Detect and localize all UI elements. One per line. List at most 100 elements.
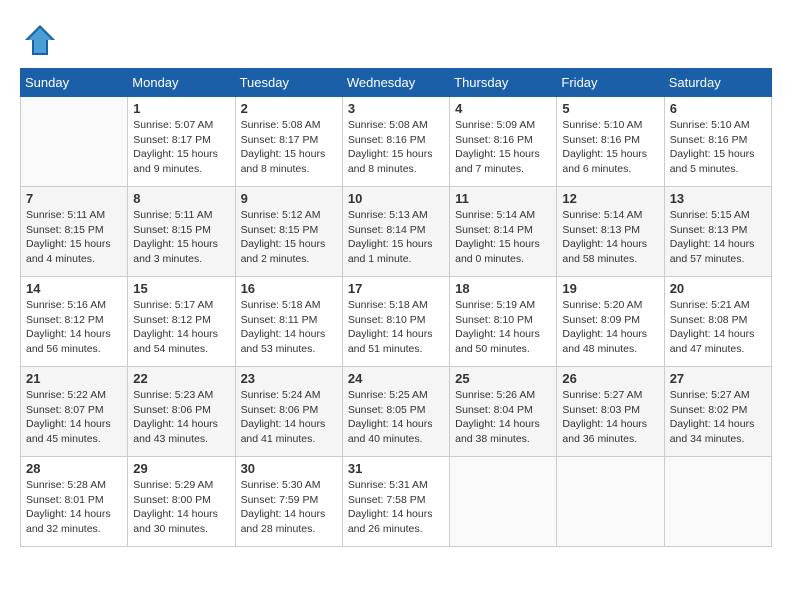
calendar-cell: 6 Sunrise: 5:10 AMSunset: 8:16 PMDaylight… bbox=[664, 97, 771, 187]
day-info: Sunrise: 5:11 AMSunset: 8:15 PMDaylight:… bbox=[133, 208, 229, 267]
day-info: Sunrise: 5:10 AMSunset: 8:16 PMDaylight:… bbox=[562, 118, 658, 177]
day-info: Sunrise: 5:23 AMSunset: 8:06 PMDaylight:… bbox=[133, 388, 229, 447]
day-info: Sunrise: 5:28 AMSunset: 8:01 PMDaylight:… bbox=[26, 478, 122, 537]
day-number: 7 bbox=[26, 191, 122, 206]
calendar-week-5: 28 Sunrise: 5:28 AMSunset: 8:01 PMDayligh… bbox=[21, 457, 772, 547]
day-number: 24 bbox=[348, 371, 444, 386]
calendar-cell: 2 Sunrise: 5:08 AMSunset: 8:17 PMDaylight… bbox=[235, 97, 342, 187]
day-info: Sunrise: 5:08 AMSunset: 8:17 PMDaylight:… bbox=[241, 118, 337, 177]
calendar-cell: 1Sunrise: 5:07 AMSunset: 8:17 PMDaylight… bbox=[128, 97, 235, 187]
calendar-cell: 15Sunrise: 5:17 AMSunset: 8:12 PMDayligh… bbox=[128, 277, 235, 367]
day-number: 12 bbox=[562, 191, 658, 206]
day-number: 30 bbox=[241, 461, 337, 476]
day-number: 21 bbox=[26, 371, 122, 386]
day-info: Sunrise: 5:09 AMSunset: 8:16 PMDaylight:… bbox=[455, 118, 551, 177]
calendar-cell: 20Sunrise: 5:21 AMSunset: 8:08 PMDayligh… bbox=[664, 277, 771, 367]
day-info: Sunrise: 5:17 AMSunset: 8:12 PMDaylight:… bbox=[133, 298, 229, 357]
day-number: 10 bbox=[348, 191, 444, 206]
day-info: Sunrise: 5:24 AMSunset: 8:06 PMDaylight:… bbox=[241, 388, 337, 447]
calendar-cell: 18 Sunrise: 5:19 AMSunset: 8:10 PMDayligh… bbox=[450, 277, 557, 367]
calendar-cell: 25 Sunrise: 5:26 AMSunset: 8:04 PMDayligh… bbox=[450, 367, 557, 457]
calendar-cell: 16 Sunrise: 5:18 AMSunset: 8:11 PMDayligh… bbox=[235, 277, 342, 367]
day-number: 23 bbox=[241, 371, 337, 386]
calendar-cell: 22 Sunrise: 5:23 AMSunset: 8:06 PMDayligh… bbox=[128, 367, 235, 457]
day-number: 16 bbox=[241, 281, 337, 296]
calendar-cell: 3 Sunrise: 5:08 AMSunset: 8:16 PMDaylight… bbox=[342, 97, 449, 187]
day-info: Sunrise: 5:16 AMSunset: 8:12 PMDaylight:… bbox=[26, 298, 122, 357]
calendar-cell: 5 Sunrise: 5:10 AMSunset: 8:16 PMDaylight… bbox=[557, 97, 664, 187]
calendar-week-2: 7 Sunrise: 5:11 AMSunset: 8:15 PMDaylight… bbox=[21, 187, 772, 277]
calendar-cell bbox=[450, 457, 557, 547]
day-info: Sunrise: 5:20 AMSunset: 8:09 PMDaylight:… bbox=[562, 298, 658, 357]
day-number: 25 bbox=[455, 371, 551, 386]
day-info: Sunrise: 5:11 AMSunset: 8:15 PMDaylight:… bbox=[26, 208, 122, 267]
day-header-saturday: Saturday bbox=[664, 69, 771, 97]
day-info: Sunrise: 5:08 AMSunset: 8:16 PMDaylight:… bbox=[348, 118, 444, 177]
day-info: Sunrise: 5:25 AMSunset: 8:05 PMDaylight:… bbox=[348, 388, 444, 447]
calendar-cell: 7 Sunrise: 5:11 AMSunset: 8:15 PMDaylight… bbox=[21, 187, 128, 277]
day-header-tuesday: Tuesday bbox=[235, 69, 342, 97]
day-number: 18 bbox=[455, 281, 551, 296]
calendar-cell: 23 Sunrise: 5:24 AMSunset: 8:06 PMDayligh… bbox=[235, 367, 342, 457]
day-number: 14 bbox=[26, 281, 122, 296]
day-number: 13 bbox=[670, 191, 766, 206]
logo bbox=[20, 20, 66, 60]
calendar-week-4: 21 Sunrise: 5:22 AMSunset: 8:07 PMDayligh… bbox=[21, 367, 772, 457]
day-number: 27 bbox=[670, 371, 766, 386]
day-number: 4 bbox=[455, 101, 551, 116]
day-info: Sunrise: 5:22 AMSunset: 8:07 PMDaylight:… bbox=[26, 388, 122, 447]
day-info: Sunrise: 5:18 AMSunset: 8:11 PMDaylight:… bbox=[241, 298, 337, 357]
calendar-cell: 30 Sunrise: 5:30 AMSunset: 7:59 PMDayligh… bbox=[235, 457, 342, 547]
day-info: Sunrise: 5:13 AMSunset: 8:14 PMDaylight:… bbox=[348, 208, 444, 267]
logo-icon bbox=[20, 20, 60, 60]
day-info: Sunrise: 5:19 AMSunset: 8:10 PMDaylight:… bbox=[455, 298, 551, 357]
day-number: 11 bbox=[455, 191, 551, 206]
calendar-cell: 14 Sunrise: 5:16 AMSunset: 8:12 PMDayligh… bbox=[21, 277, 128, 367]
calendar-cell: 28 Sunrise: 5:28 AMSunset: 8:01 PMDayligh… bbox=[21, 457, 128, 547]
day-number: 17 bbox=[348, 281, 444, 296]
calendar-cell bbox=[664, 457, 771, 547]
calendar-body: 1Sunrise: 5:07 AMSunset: 8:17 PMDaylight… bbox=[21, 97, 772, 547]
day-number: 5 bbox=[562, 101, 658, 116]
calendar-cell: 8 Sunrise: 5:11 AMSunset: 8:15 PMDaylight… bbox=[128, 187, 235, 277]
calendar-cell: 19 Sunrise: 5:20 AMSunset: 8:09 PMDayligh… bbox=[557, 277, 664, 367]
day-number: 31 bbox=[348, 461, 444, 476]
calendar-cell bbox=[21, 97, 128, 187]
day-info: Sunrise: 5:26 AMSunset: 8:04 PMDaylight:… bbox=[455, 388, 551, 447]
day-number: 2 bbox=[241, 101, 337, 116]
day-info: Sunrise: 5:27 AMSunset: 8:03 PMDaylight:… bbox=[562, 388, 658, 447]
day-header-thursday: Thursday bbox=[450, 69, 557, 97]
calendar-cell: 12 Sunrise: 5:14 AMSunset: 8:13 PMDayligh… bbox=[557, 187, 664, 277]
day-number: 9 bbox=[241, 191, 337, 206]
calendar-table: SundayMondayTuesdayWednesdayThursdayFrid… bbox=[20, 68, 772, 547]
day-number: 1 bbox=[133, 101, 229, 116]
day-info: Sunrise: 5:31 AMSunset: 7:58 PMDaylight:… bbox=[348, 478, 444, 537]
day-info: Sunrise: 5:14 AMSunset: 8:14 PMDaylight:… bbox=[455, 208, 551, 267]
day-number: 28 bbox=[26, 461, 122, 476]
day-number: 19 bbox=[562, 281, 658, 296]
day-info: Sunrise: 5:30 AMSunset: 7:59 PMDaylight:… bbox=[241, 478, 337, 537]
day-info: Sunrise: 5:27 AMSunset: 8:02 PMDaylight:… bbox=[670, 388, 766, 447]
day-info: Sunrise: 5:14 AMSunset: 8:13 PMDaylight:… bbox=[562, 208, 658, 267]
calendar-cell: 26Sunrise: 5:27 AMSunset: 8:03 PMDayligh… bbox=[557, 367, 664, 457]
calendar-cell: 24 Sunrise: 5:25 AMSunset: 8:05 PMDayligh… bbox=[342, 367, 449, 457]
day-header-monday: Monday bbox=[128, 69, 235, 97]
calendar-cell: 17Sunrise: 5:18 AMSunset: 8:10 PMDayligh… bbox=[342, 277, 449, 367]
calendar-cell: 10 Sunrise: 5:13 AMSunset: 8:14 PMDayligh… bbox=[342, 187, 449, 277]
day-info: Sunrise: 5:12 AMSunset: 8:15 PMDaylight:… bbox=[241, 208, 337, 267]
calendar-week-1: 1Sunrise: 5:07 AMSunset: 8:17 PMDaylight… bbox=[21, 97, 772, 187]
calendar-header: SundayMondayTuesdayWednesdayThursdayFrid… bbox=[21, 69, 772, 97]
day-info: Sunrise: 5:21 AMSunset: 8:08 PMDaylight:… bbox=[670, 298, 766, 357]
calendar-cell: 9 Sunrise: 5:12 AMSunset: 8:15 PMDaylight… bbox=[235, 187, 342, 277]
day-info: Sunrise: 5:10 AMSunset: 8:16 PMDaylight:… bbox=[670, 118, 766, 177]
day-number: 6 bbox=[670, 101, 766, 116]
day-header-sunday: Sunday bbox=[21, 69, 128, 97]
calendar-cell: 13Sunrise: 5:15 AMSunset: 8:13 PMDayligh… bbox=[664, 187, 771, 277]
calendar-cell bbox=[557, 457, 664, 547]
calendar-cell: 31 Sunrise: 5:31 AMSunset: 7:58 PMDayligh… bbox=[342, 457, 449, 547]
day-info: Sunrise: 5:29 AMSunset: 8:00 PMDaylight:… bbox=[133, 478, 229, 537]
day-number: 22 bbox=[133, 371, 229, 386]
calendar-cell: 21 Sunrise: 5:22 AMSunset: 8:07 PMDayligh… bbox=[21, 367, 128, 457]
day-number: 3 bbox=[348, 101, 444, 116]
day-number: 8 bbox=[133, 191, 229, 206]
